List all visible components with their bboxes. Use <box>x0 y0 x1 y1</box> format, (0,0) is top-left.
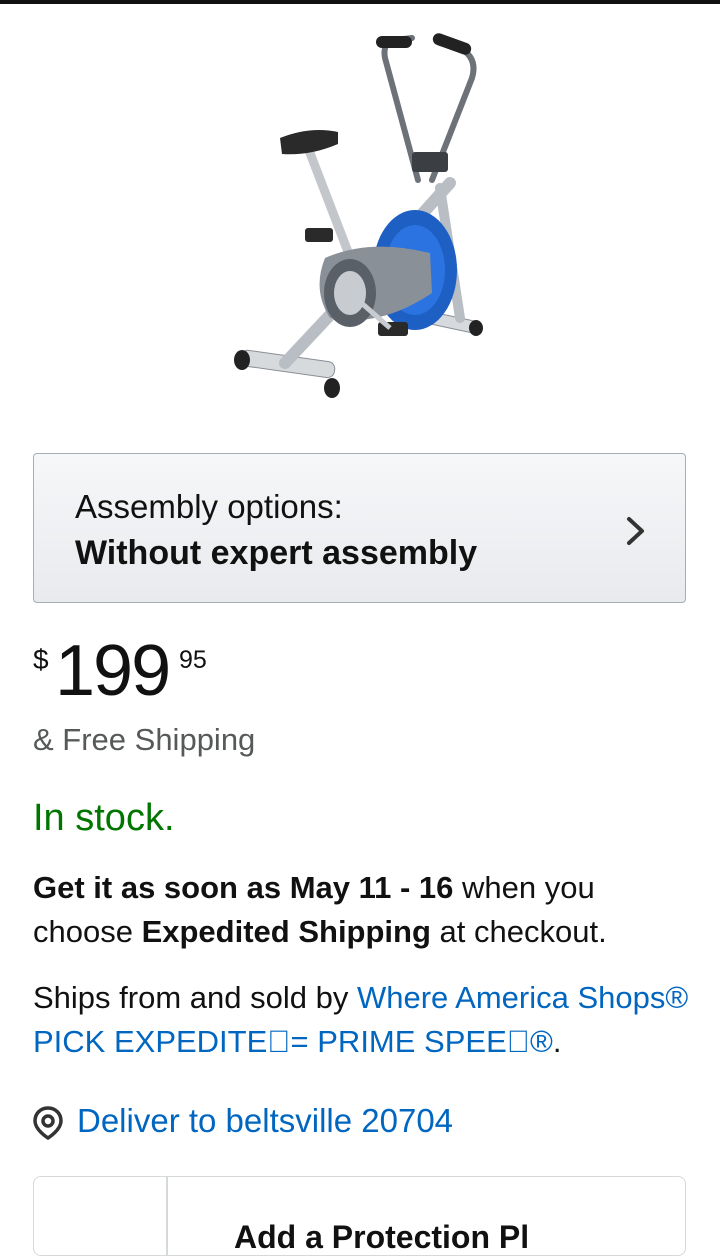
assembly-options-selector[interactable]: Assembly options: Without expert assembl… <box>33 453 686 603</box>
price-whole: 199 <box>55 631 171 711</box>
assembly-options-label: Assembly options: <box>75 488 343 525</box>
price-currency: $ <box>33 644 49 675</box>
assembly-options-value: Without expert assembly <box>75 534 478 572</box>
price-fraction: 95 <box>179 646 207 674</box>
product-image[interactable] <box>160 18 560 413</box>
seller-prefix: Ships from and sold by <box>33 980 357 1015</box>
delivery-estimate: Get it as soon as May 11 - 16 when you c… <box>33 866 693 954</box>
protection-plan-card[interactable]: Add a Protection Pl <box>33 1176 686 1256</box>
protection-plan-title: Add a Protection Pl <box>234 1219 530 1255</box>
seller-info: Ships from and sold by Where America Sho… <box>33 976 703 1064</box>
seller-suffix: . <box>552 1024 562 1059</box>
top-border <box>0 0 720 4</box>
delivery-method: Expedited Shipping <box>141 914 431 949</box>
addon-divider <box>166 1177 168 1255</box>
chevron-right-icon <box>627 517 644 545</box>
free-shipping-text: & Free Shipping <box>33 722 256 757</box>
exercise-bike-illustration <box>234 33 483 398</box>
delivery-date: Get it as soon as May 11 - 16 <box>33 870 454 905</box>
deliver-to-link[interactable]: Deliver to beltsville 20704 <box>77 1102 453 1140</box>
stock-status: In stock. <box>33 797 175 839</box>
location-pin-icon <box>33 1106 63 1140</box>
delivery-suffix-text: at checkout. <box>430 914 607 949</box>
